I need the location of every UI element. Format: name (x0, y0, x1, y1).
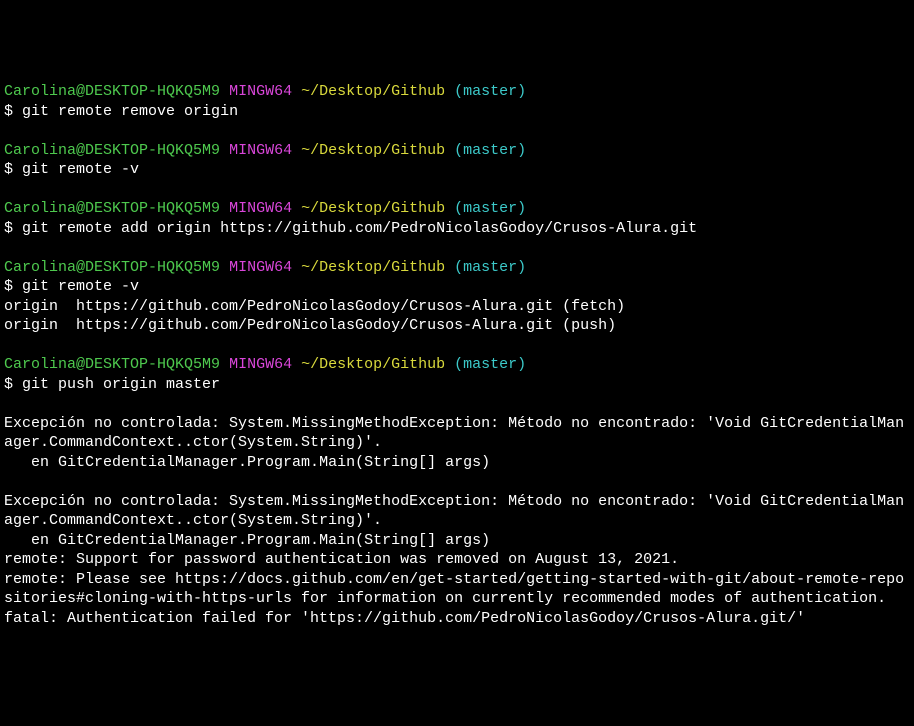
prompt-line: Carolina@DESKTOP-HQKQ5M9 MINGW64 ~/Deskt… (4, 258, 910, 278)
blank-line (4, 336, 910, 356)
error-line: en GitCredentialManager.Program.Main(Str… (4, 453, 910, 473)
prompt-path: ~/Desktop/Github (301, 83, 445, 100)
output-line: origin https://github.com/PedroNicolasGo… (4, 316, 910, 336)
prompt-branch: (master) (454, 259, 526, 276)
prompt-user: Carolina@DESKTOP-HQKQ5M9 (4, 200, 220, 217)
prompt-user: Carolina@DESKTOP-HQKQ5M9 (4, 356, 220, 373)
error-line: remote: Please see https://docs.github.c… (4, 570, 910, 609)
prompt-line: Carolina@DESKTOP-HQKQ5M9 MINGW64 ~/Deskt… (4, 82, 910, 102)
prompt-branch: (master) (454, 356, 526, 373)
dollar-sign: $ (4, 161, 13, 178)
blank-line (4, 394, 910, 414)
prompt-user: Carolina@DESKTOP-HQKQ5M9 (4, 142, 220, 159)
prompt-path: ~/Desktop/Github (301, 356, 445, 373)
command-text: git remote remove origin (22, 103, 238, 120)
prompt-host: MINGW64 (229, 259, 292, 276)
error-line: Excepción no controlada: System.MissingM… (4, 492, 910, 531)
dollar-sign: $ (4, 220, 13, 237)
prompt-branch: (master) (454, 83, 526, 100)
dollar-sign: $ (4, 103, 13, 120)
prompt-host: MINGW64 (229, 200, 292, 217)
command-line: $ git remote remove origin (4, 102, 910, 122)
prompt-host: MINGW64 (229, 142, 292, 159)
command-text: git push origin master (22, 376, 220, 393)
prompt-path: ~/Desktop/Github (301, 142, 445, 159)
command-text: git remote -v (22, 278, 139, 295)
terminal-output[interactable]: Carolina@DESKTOP-HQKQ5M9 MINGW64 ~/Deskt… (4, 82, 910, 628)
blank-line (4, 180, 910, 200)
error-line: remote: Support for password authenticat… (4, 550, 910, 570)
blank-line (4, 121, 910, 141)
blank-line (4, 472, 910, 492)
dollar-sign: $ (4, 376, 13, 393)
prompt-user: Carolina@DESKTOP-HQKQ5M9 (4, 83, 220, 100)
error-line: en GitCredentialManager.Program.Main(Str… (4, 531, 910, 551)
command-line: $ git remote -v (4, 160, 910, 180)
prompt-line: Carolina@DESKTOP-HQKQ5M9 MINGW64 ~/Deskt… (4, 355, 910, 375)
prompt-path: ~/Desktop/Github (301, 259, 445, 276)
prompt-line: Carolina@DESKTOP-HQKQ5M9 MINGW64 ~/Deskt… (4, 199, 910, 219)
prompt-path: ~/Desktop/Github (301, 200, 445, 217)
prompt-host: MINGW64 (229, 83, 292, 100)
prompt-host: MINGW64 (229, 356, 292, 373)
error-line: Excepción no controlada: System.MissingM… (4, 414, 910, 453)
prompt-user: Carolina@DESKTOP-HQKQ5M9 (4, 259, 220, 276)
command-line: $ git remote add origin https://github.c… (4, 219, 910, 239)
command-text: git remote add origin https://github.com… (22, 220, 697, 237)
prompt-branch: (master) (454, 200, 526, 217)
dollar-sign: $ (4, 278, 13, 295)
prompt-line: Carolina@DESKTOP-HQKQ5M9 MINGW64 ~/Deskt… (4, 141, 910, 161)
command-line: $ git remote -v (4, 277, 910, 297)
blank-line (4, 238, 910, 258)
command-text: git remote -v (22, 161, 139, 178)
command-line: $ git push origin master (4, 375, 910, 395)
error-line: fatal: Authentication failed for 'https:… (4, 609, 910, 629)
output-line: origin https://github.com/PedroNicolasGo… (4, 297, 910, 317)
prompt-branch: (master) (454, 142, 526, 159)
